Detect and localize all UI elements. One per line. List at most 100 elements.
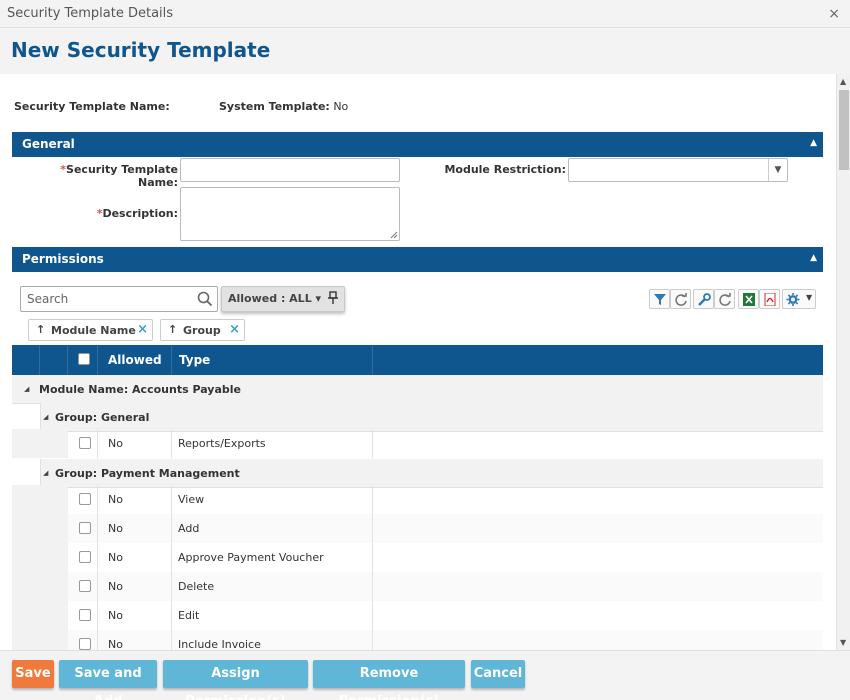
row-checkbox[interactable] [79, 609, 91, 621]
scroll-down-icon[interactable]: ▼ [840, 638, 846, 647]
resize-grip-icon[interactable] [390, 231, 398, 239]
expand-toggle-icon[interactable]: ◢ [24, 385, 29, 393]
allowed-value: No [108, 522, 123, 535]
permissions-section-title: Permissions [22, 252, 104, 266]
group-chip-module-name[interactable]: ↑ Module Name × [28, 319, 153, 341]
refresh-button[interactable] [714, 289, 735, 309]
allowed-filter-chip[interactable]: Allowed : ALL ▾ [221, 286, 345, 312]
permission-type: Reports/Exports [178, 437, 266, 450]
description-label: *Description: [18, 207, 178, 220]
pdf-icon [764, 293, 776, 306]
expand-toggle-icon[interactable]: ◢ [43, 469, 48, 477]
remove-icon[interactable]: × [137, 322, 148, 337]
chevron-down-icon: ▼ [806, 293, 813, 302]
scroll-up-icon[interactable]: ▲ [840, 77, 846, 86]
window-titlebar: Security Template Details × [0, 0, 850, 28]
group-row[interactable]: ◢ Group: General [40, 403, 823, 432]
description-textarea[interactable] [180, 187, 400, 241]
table-row[interactable]: No Approve Payment Voucher [12, 543, 823, 572]
chevron-down-icon[interactable]: ▼ [768, 159, 787, 181]
table-row[interactable]: No View [12, 485, 823, 514]
collapse-icon[interactable]: ▲ [810, 138, 817, 148]
scrollbar-thumb[interactable] [839, 90, 849, 170]
group-chip-group[interactable]: ↑ Group × [160, 319, 245, 341]
export-excel-button[interactable] [738, 289, 759, 309]
refresh-filter-button[interactable] [670, 289, 691, 309]
filter-button[interactable] [649, 289, 670, 309]
pin-icon[interactable] [328, 291, 338, 305]
info-template-name: Security Template Name: [14, 100, 170, 113]
module-group-row[interactable]: ◢ Module Name: Accounts Payable [12, 375, 823, 404]
permission-type: Delete [178, 580, 215, 593]
permission-type: Edit [178, 609, 200, 622]
collapse-icon[interactable]: ▲ [810, 253, 817, 263]
sort-asc-icon[interactable]: ↑ [36, 323, 45, 336]
excel-icon [743, 293, 755, 306]
description-label-text: Description: [102, 207, 178, 220]
row-checkbox[interactable] [79, 551, 91, 563]
column-header-type: Type [179, 353, 211, 367]
grid-header-expand-col [40, 345, 68, 375]
row-checkbox[interactable] [79, 580, 91, 592]
save-button[interactable]: Save [12, 660, 54, 688]
table-row[interactable]: No Edit [12, 601, 823, 630]
module-restriction-select[interactable]: ▼ [568, 158, 788, 182]
row-checkbox[interactable] [79, 638, 91, 650]
general-section-title: General [22, 137, 75, 151]
assign-permissions-button[interactable]: Assign Permission(s) [163, 660, 308, 700]
group-row[interactable]: ◢ Group: Payment Management [40, 459, 823, 488]
select-all-checkbox[interactable] [78, 353, 90, 365]
grid-header-allowed[interactable]: Allowed [98, 345, 172, 375]
allowed-value: No [108, 609, 123, 622]
filter-icon [654, 294, 666, 305]
gear-icon [786, 293, 800, 306]
info-system-template-value: No [333, 100, 349, 113]
allowed-value: No [108, 551, 123, 564]
expand-toggle-icon[interactable]: ◢ [43, 413, 48, 421]
wrench-button[interactable] [693, 289, 714, 309]
table-row[interactable]: No Delete [12, 572, 823, 601]
refresh-icon [719, 293, 731, 306]
remove-permissions-button[interactable]: Remove Permission(s) [313, 660, 465, 700]
row-checkbox[interactable] [79, 522, 91, 534]
permission-type: Include Invoice [178, 638, 261, 650]
allowed-value: No [108, 638, 123, 650]
sort-asc-icon[interactable]: ↑ [168, 323, 177, 336]
remove-icon[interactable]: × [229, 322, 240, 337]
table-row[interactable]: No Add [12, 514, 823, 543]
table-row[interactable]: No Include Invoice [12, 630, 823, 650]
export-pdf-button[interactable] [759, 289, 780, 309]
save-and-add-button[interactable]: Save and Add [59, 660, 157, 700]
general-section-header[interactable]: General ▲ [12, 132, 823, 157]
cancel-button[interactable]: Cancel [471, 660, 525, 688]
search-icon[interactable] [197, 291, 213, 307]
group-chip-label: Group [183, 324, 221, 337]
column-header-allowed: Allowed [108, 353, 162, 367]
allowed-value: No [108, 493, 123, 506]
module-group-label: Module Name: Accounts Payable [39, 383, 242, 396]
permissions-section-header[interactable]: Permissions ▲ [12, 247, 823, 272]
group-row-label: Group: General [55, 411, 150, 424]
vertical-scrollbar[interactable]: ▲ ▼ [836, 74, 850, 650]
info-system-template: System Template: No [219, 100, 348, 113]
group-row-label: Group: Payment Management [55, 467, 240, 480]
row-checkbox[interactable] [79, 493, 91, 505]
template-name-input[interactable] [180, 158, 400, 182]
grid-header-type[interactable]: Type [172, 345, 373, 375]
search-input[interactable]: Search [20, 286, 218, 312]
footer-toolbar: Save Save and Add Assign Permission(s) R… [0, 650, 850, 700]
close-icon[interactable]: × [828, 6, 840, 22]
group-chip-label: Module Name [51, 324, 136, 337]
grid-header: Allowed Type [12, 345, 823, 375]
table-row[interactable]: No Reports/Exports [12, 429, 823, 458]
search-placeholder: Search [27, 292, 69, 306]
allowed-filter-label: Allowed : ALL ▾ [228, 292, 322, 305]
permission-type: Approve Payment Voucher [178, 551, 324, 564]
allowed-value: No [108, 580, 123, 593]
row-checkbox[interactable] [79, 437, 91, 449]
settings-button[interactable]: ▼ [782, 289, 816, 309]
refresh-icon [675, 293, 687, 306]
permission-type: View [178, 493, 205, 506]
main-content[interactable]: Security Template Name: System Template:… [0, 74, 836, 650]
info-system-template-label: System Template: [219, 100, 330, 113]
